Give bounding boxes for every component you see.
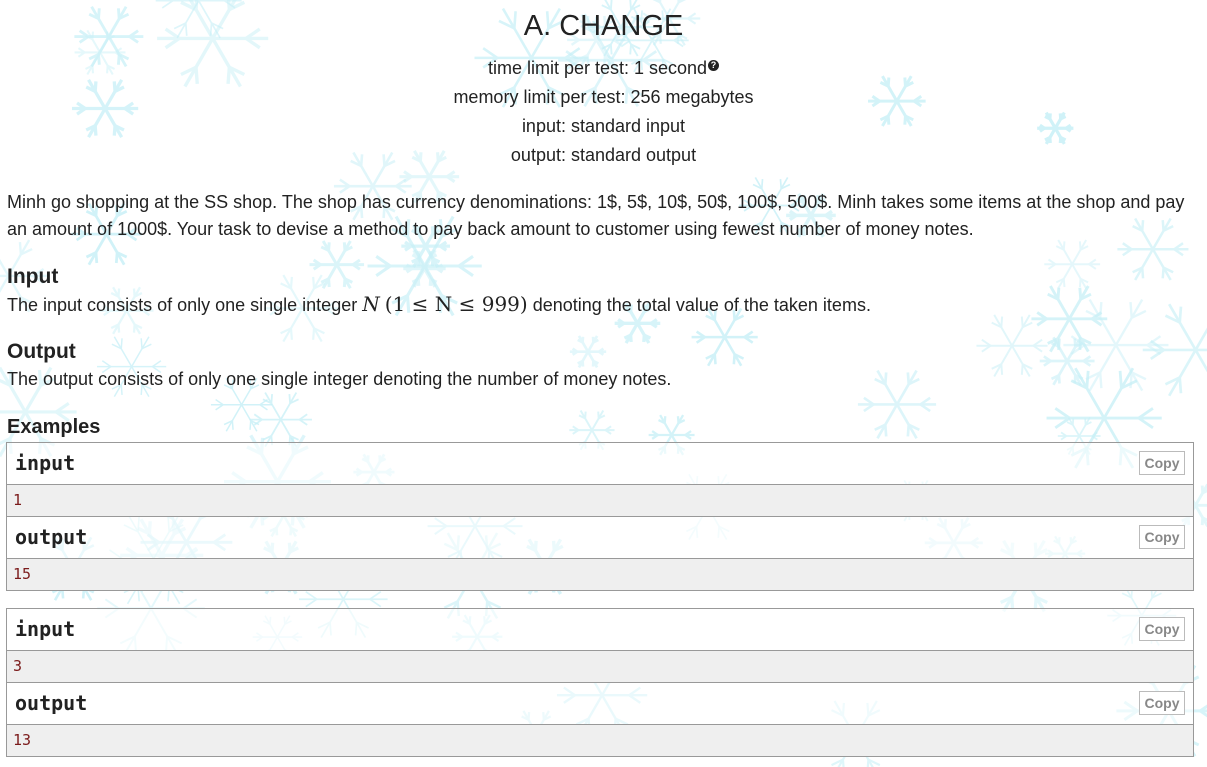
snowflake-icon (691, 307, 758, 367)
copy-input-button[interactable]: Copy (1139, 617, 1185, 641)
time-limit-text: time limit per test: 1 second (487, 58, 708, 78)
output-section-text: The output consists of only one single i… (7, 369, 672, 389)
snowflake-icon (1142, 303, 1207, 397)
help-icon[interactable]: ? (708, 60, 720, 71)
sample-input-label: input (15, 451, 76, 475)
examples-title: Examples (7, 416, 101, 438)
input-section-title: Input (7, 265, 59, 288)
snowflake-icon (1044, 239, 1101, 289)
problem-title: A. CHANGE (523, 10, 684, 42)
sample-output-label: output (15, 525, 88, 549)
sample-test-1: input Copy 1 output Copy 15 (6, 442, 1194, 591)
output-section-title: Output (7, 340, 76, 363)
input-text-after: denoting the total value of the taken it… (532, 295, 871, 315)
copy-output-button[interactable]: Copy (1139, 691, 1185, 715)
output-spec: output: standard output (510, 145, 697, 165)
math-var: N (362, 292, 380, 316)
sample-input-value[interactable]: 3 (7, 651, 1193, 683)
sample-output-label: output (15, 691, 88, 715)
sample-output-header: output Copy (7, 517, 1193, 559)
snowflake-icon (569, 335, 607, 369)
sample-output-value[interactable]: 15 (7, 559, 1193, 590)
copy-input-button[interactable]: Copy (1139, 451, 1185, 475)
sample-input-header: input Copy (7, 609, 1193, 651)
sample-output-header: output Copy (7, 683, 1193, 725)
problem-statement: Minh go shopping at the SS shop. The sho… (7, 192, 1185, 239)
sample-test-2: input Copy 3 output Copy 13 (6, 608, 1194, 757)
copy-output-button[interactable]: Copy (1139, 525, 1185, 549)
snowflake-icon (857, 369, 937, 439)
math-range: (1 ≤ N ≤ 999) (384, 292, 528, 316)
sample-input-label: input (15, 617, 76, 641)
sample-input-value[interactable]: 1 (7, 485, 1193, 517)
input-spec: input: standard input (521, 116, 686, 136)
time-limit: time limit per test: 1 second? (0, 57, 1207, 79)
snowflake-icon (1031, 285, 1108, 353)
sample-input-header: input Copy (7, 443, 1193, 485)
input-text-before: The input consists of only one single in… (7, 295, 358, 315)
input-section-text: The input consists of only one single in… (7, 292, 871, 317)
sample-output-value[interactable]: 13 (7, 725, 1193, 756)
memory-limit: memory limit per test: 256 megabytes (453, 87, 754, 107)
